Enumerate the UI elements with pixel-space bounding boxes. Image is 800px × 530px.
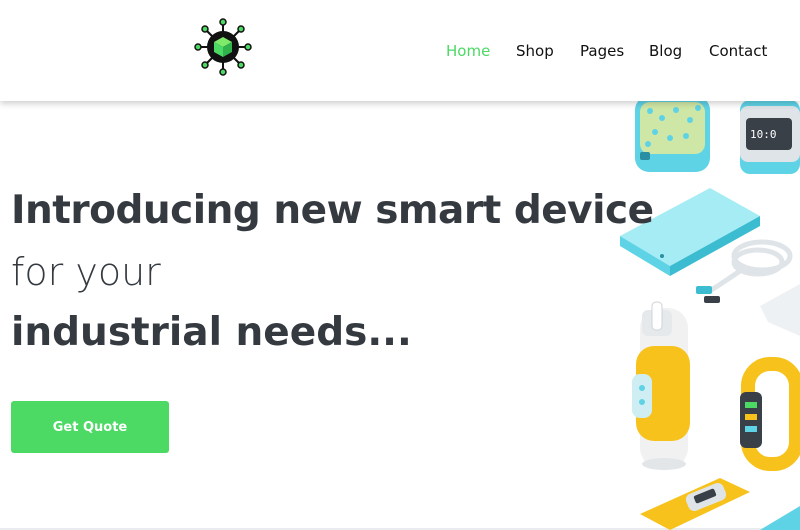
nav-item-shop[interactable]: Shop xyxy=(516,42,554,60)
get-quote-button[interactable]: Get Quote xyxy=(11,401,169,453)
smartwatch-icon: 10:0 xyxy=(740,100,800,174)
hero-headline-line-2: for your xyxy=(11,250,161,294)
usb-cable-icon xyxy=(706,239,793,295)
nav-item-blog[interactable]: Blog xyxy=(649,42,682,60)
site-header: Home Shop Pages Blog Contact xyxy=(0,0,800,101)
nav-item-pages[interactable]: Pages xyxy=(580,42,624,60)
hero-text: Introducing new smart device for your in… xyxy=(11,188,654,356)
svg-text:10:0: 10:0 xyxy=(750,128,777,141)
smart-remote-icon xyxy=(640,478,750,530)
nav-item-contact[interactable]: Contact xyxy=(709,42,767,60)
smart-speaker-icon xyxy=(635,96,710,172)
nav-item-home[interactable]: Home xyxy=(446,42,490,60)
hero-headline-line-1: Introducing new smart device xyxy=(11,188,654,233)
hero-headline-line-3: industrial needs... xyxy=(11,310,412,355)
fitness-band-icon xyxy=(740,357,800,471)
main-nav: Home Shop Pages Blog Contact xyxy=(0,42,800,62)
